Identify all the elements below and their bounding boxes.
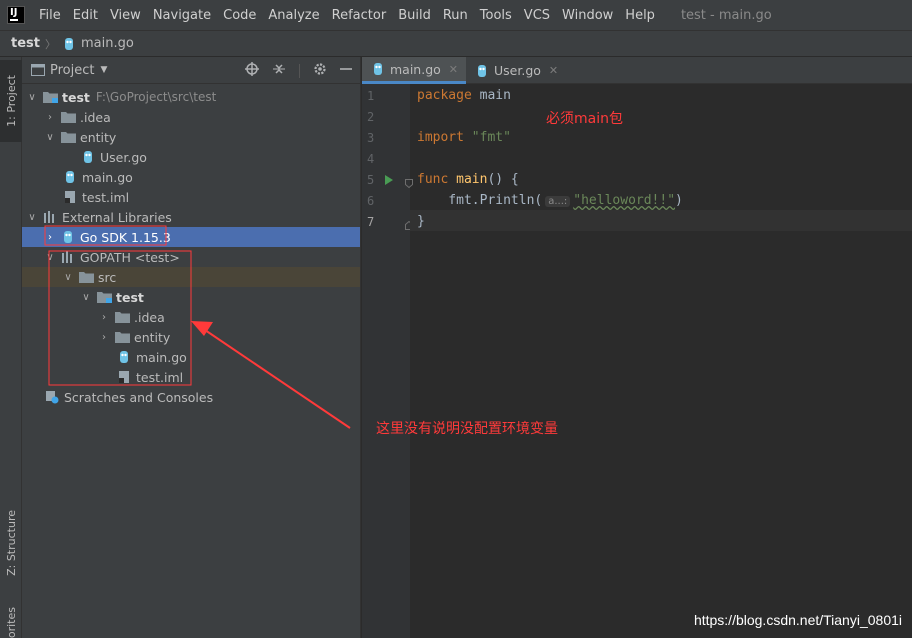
gopath-highlight-box bbox=[48, 250, 192, 386]
sdk-highlight-box bbox=[44, 225, 167, 246]
main-package-note: 必须main包 bbox=[546, 111, 623, 127]
ide-window: IJ File Edit View Navigate Code Analyze … bbox=[0, 0, 912, 638]
annotation-arrow-line bbox=[204, 329, 351, 429]
env-variable-note: 这里没有说明没配置环境变量 bbox=[376, 421, 558, 437]
annotation-overlay bbox=[44, 225, 351, 429]
watermark: https://blog.csdn.net/Tianyi_0801i bbox=[693, 612, 902, 628]
